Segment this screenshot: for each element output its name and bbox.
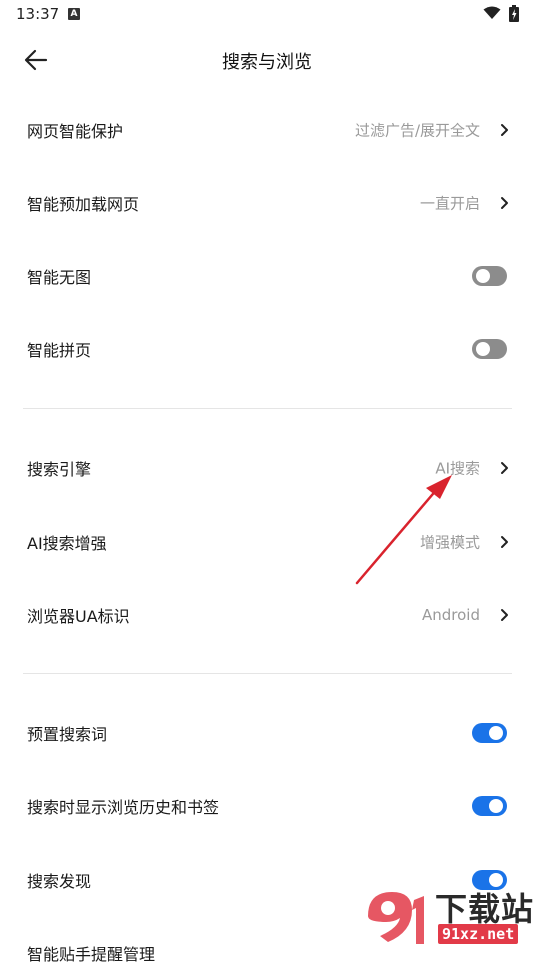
watermark-url: 91xz.net bbox=[438, 924, 519, 944]
row-label: 预置搜索词 bbox=[27, 725, 108, 744]
smart-page-merge-row: 智能拼页 bbox=[0, 324, 534, 374]
row-label: 智能无图 bbox=[27, 268, 92, 287]
wifi-icon bbox=[483, 6, 501, 19]
row-value: 一直开启 bbox=[419, 194, 480, 213]
row-label: 浏览器UA标识 bbox=[27, 607, 130, 626]
smart-preload-row[interactable]: 智能预加载网页 一直开启 bbox=[0, 178, 534, 228]
browser-ua-row[interactable]: 浏览器UA标识 Android bbox=[0, 590, 534, 640]
section-divider bbox=[23, 673, 512, 674]
ai-search-enhance-row[interactable]: AI搜索增强 增强模式 bbox=[0, 517, 534, 567]
chevron-right-icon bbox=[501, 462, 508, 474]
row-label: 搜索发现 bbox=[27, 872, 92, 891]
battery-icon bbox=[509, 5, 519, 22]
chevron-right-icon bbox=[501, 197, 508, 209]
preset-search-words-toggle[interactable] bbox=[472, 723, 507, 743]
chevron-right-icon bbox=[501, 536, 508, 548]
status-time: 13:37 bbox=[16, 5, 60, 23]
row-value: Android bbox=[422, 606, 480, 624]
web-smart-protection-row[interactable]: 网页智能保护 过滤广告/展开全文 bbox=[0, 105, 534, 155]
row-label: 网页智能保护 bbox=[27, 122, 124, 141]
row-label: 搜索时显示浏览历史和书签 bbox=[27, 798, 220, 817]
toggle-knob bbox=[476, 269, 490, 283]
smart-no-image-row: 智能无图 bbox=[0, 251, 534, 301]
chevron-right-icon bbox=[501, 609, 508, 621]
search-engine-row[interactable]: 搜索引擎 AI搜索 bbox=[0, 443, 534, 493]
row-label: 智能预加载网页 bbox=[27, 195, 140, 214]
watermark-logo-icon bbox=[368, 892, 424, 944]
status-bar: 13:37 A bbox=[0, 0, 534, 30]
notification-icon: A bbox=[68, 8, 80, 20]
toggle-knob bbox=[476, 342, 490, 356]
row-label: 搜索引擎 bbox=[27, 460, 92, 479]
show-history-bookmarks-toggle[interactable] bbox=[472, 796, 507, 816]
row-value: 过滤广告/展开全文 bbox=[354, 121, 480, 140]
toggle-knob bbox=[489, 799, 503, 813]
preset-search-words-row: 预置搜索词 bbox=[0, 708, 534, 758]
row-label: 智能拼页 bbox=[27, 341, 92, 360]
page-title: 搜索与浏览 bbox=[222, 52, 312, 73]
row-value: AI搜索 bbox=[435, 459, 480, 478]
row-label: AI搜索增强 bbox=[27, 534, 107, 553]
row-value: 增强模式 bbox=[419, 533, 480, 552]
row-label: 智能贴手提醒管理 bbox=[27, 945, 156, 964]
show-history-bookmarks-row: 搜索时显示浏览历史和书签 bbox=[0, 781, 534, 831]
smart-no-image-toggle[interactable] bbox=[472, 266, 507, 286]
app-header: 搜索与浏览 bbox=[0, 36, 534, 84]
chevron-right-icon bbox=[501, 124, 508, 136]
section-divider bbox=[23, 408, 512, 409]
watermark: 下载站 91xz.net bbox=[350, 880, 534, 950]
toggle-knob bbox=[489, 726, 503, 740]
smart-page-merge-toggle[interactable] bbox=[472, 339, 507, 359]
